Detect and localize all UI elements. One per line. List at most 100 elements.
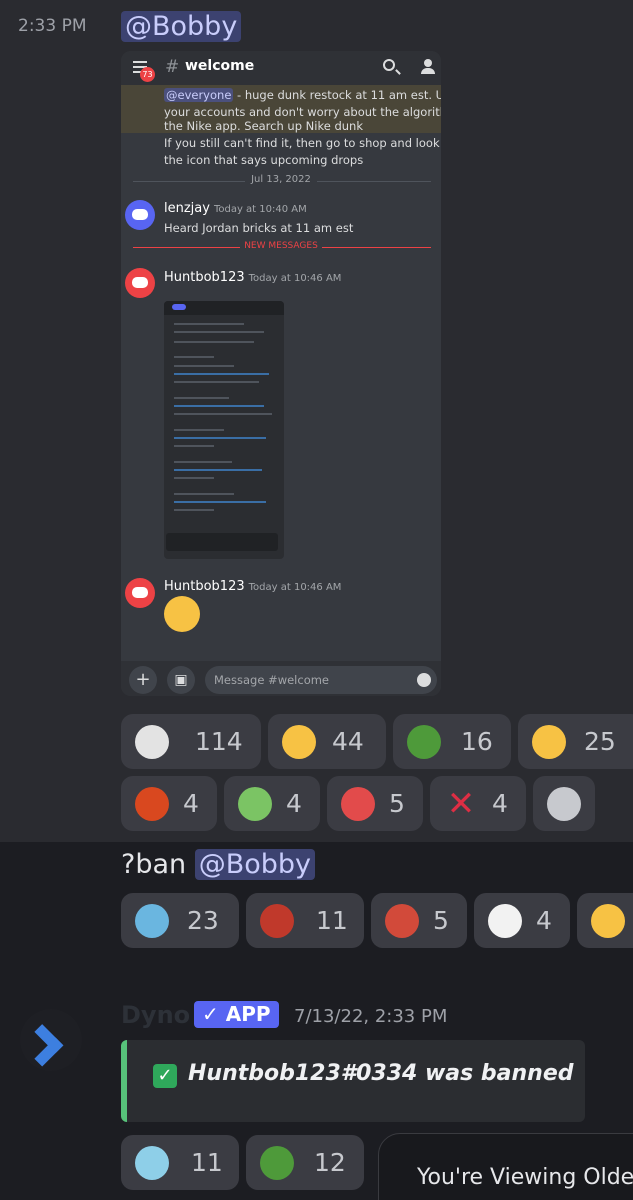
- date-divider-text: Jul 13, 2022: [245, 174, 317, 185]
- reaction-count: 16: [461, 727, 493, 756]
- shot-everyone-mention: @everyone: [164, 88, 234, 102]
- nested-line: [174, 323, 244, 325]
- reaction-button[interactable]: 114: [121, 714, 261, 769]
- reaction-count: 12: [314, 1148, 346, 1177]
- reaction-count: 5: [389, 789, 405, 818]
- reaction-count: 4: [286, 789, 302, 818]
- reaction-button[interactable]: 23: [121, 893, 239, 948]
- add-reaction-button[interactable]: [533, 776, 595, 831]
- plus-icon: +: [129, 666, 157, 694]
- nested-line: [174, 381, 259, 383]
- shot-message: Heard Jordan bricks at 11 am est: [164, 221, 354, 235]
- reaction-button[interactable]: 5: [327, 776, 423, 831]
- author-name: Huntbob123: [164, 579, 245, 594]
- squirtle-icon: [135, 904, 169, 938]
- laughing-icon: [591, 904, 625, 938]
- attached-screenshot[interactable]: @everyone - huge dunk restock at 11 am e…: [121, 51, 441, 696]
- command-text: ?ban: [121, 849, 195, 880]
- nested-link: [174, 405, 264, 407]
- shot-author: lenzjay Today at 10:40 AM: [164, 201, 307, 216]
- reaction-button[interactable]: 25: [518, 714, 633, 769]
- reaction-count: 4: [492, 789, 508, 818]
- reaction-count: 114: [195, 727, 243, 756]
- popcorn-icon: [341, 787, 375, 821]
- reaction-button[interactable]: 4: [224, 776, 320, 831]
- shot-line: @everyone - huge dunk restock at 11 am e…: [164, 87, 441, 104]
- nested-link: [174, 501, 266, 503]
- embed-text: Huntbob123#0334 was banned: [188, 1061, 574, 1086]
- shot-line: the Nike app. Search up Nike dunk: [164, 119, 363, 133]
- reaction-button[interactable]: ✕ 4: [430, 776, 526, 831]
- shot-channel-name: welcome: [185, 58, 255, 74]
- nested-time-pill: [172, 304, 186, 310]
- reaction-button[interactable]: 4: [121, 776, 217, 831]
- reaction-count: 11: [191, 1148, 223, 1177]
- new-messages-divider: NEW MESSAGES: [121, 241, 441, 251]
- shot-line: If you still can't find it, then go to s…: [164, 136, 441, 150]
- user-mention[interactable]: @Bobby: [121, 9, 242, 45]
- pepe-laugh-icon: [407, 725, 441, 759]
- shot-header: 73 # welcome: [121, 51, 441, 85]
- nested-bottom-bar: [166, 533, 278, 551]
- nested-line: [174, 509, 214, 511]
- nested-link: [174, 437, 266, 439]
- squirtle-sad-icon: [135, 1146, 169, 1180]
- reaction-count: 5: [433, 906, 449, 935]
- nested-link: [174, 373, 269, 375]
- reaction-button[interactable]: 4: [474, 893, 570, 948]
- reaction-count: 25: [584, 727, 616, 756]
- message-timestamp: 7/13/22, 2:33 PM: [294, 1006, 448, 1027]
- shot-line-text: - huge dunk restock at 11 am est. Use al…: [237, 88, 441, 102]
- author-time: Today at 10:46 AM: [248, 273, 342, 284]
- nested-link: [174, 469, 262, 471]
- reaction-count: 11: [316, 906, 348, 935]
- ban-command: ?ban @Bobby: [121, 846, 316, 884]
- reaction-button[interactable]: [577, 893, 633, 948]
- discord-avatar-icon: [125, 200, 155, 230]
- message-timestamp: 2:33 PM: [18, 16, 87, 36]
- notification-badge: 73: [140, 67, 155, 82]
- reaction-count: 4: [536, 906, 552, 935]
- viewing-older-messages-text[interactable]: You're Viewing Olde: [417, 1165, 633, 1190]
- reaction-button[interactable]: 11: [121, 1135, 239, 1190]
- members-icon: [421, 59, 435, 75]
- reaction-button[interactable]: 44: [268, 714, 386, 769]
- app-badge-label: APP: [225, 1002, 271, 1026]
- nested-line: [174, 493, 234, 495]
- reaction-count: 23: [187, 906, 219, 935]
- angry-face-icon: [260, 904, 294, 938]
- nested-line: [174, 331, 264, 333]
- mention-chip[interactable]: @Bobby: [194, 849, 316, 880]
- mention-chip[interactable]: @Bobby: [121, 11, 242, 42]
- reaction-button[interactable]: 11: [246, 893, 364, 948]
- shot-input-placeholder: Message #welcome: [214, 673, 330, 687]
- chef-icon: [135, 787, 169, 821]
- nested-line: [174, 356, 214, 358]
- nested-status-bar: [164, 301, 284, 315]
- frog-icon: [238, 787, 272, 821]
- date-divider: Jul 13, 2022: [121, 174, 441, 185]
- nested-line: [174, 413, 272, 415]
- hash-icon: #: [165, 57, 180, 77]
- reaction-count: 44: [332, 727, 364, 756]
- pepe-icon: [260, 1146, 294, 1180]
- reaction-button[interactable]: 12: [246, 1135, 364, 1190]
- shot-line: the icon that says upcoming drops: [164, 153, 364, 167]
- shushing-face-icon: [164, 596, 200, 632]
- reaction-button[interactable]: 5: [371, 893, 467, 948]
- search-icon: [383, 59, 395, 71]
- check-mark-icon: ✓: [153, 1064, 177, 1088]
- nested-line: [174, 477, 214, 479]
- nested-screenshot: [164, 301, 284, 559]
- shot-author: Huntbob123 Today at 10:46 AM: [164, 579, 341, 594]
- reaction-button[interactable]: 16: [393, 714, 511, 769]
- author-name: lenzjay: [164, 201, 210, 216]
- nested-line: [174, 341, 254, 343]
- add-reaction-icon: [547, 787, 581, 821]
- nested-line: [174, 461, 232, 463]
- nested-line: [174, 445, 214, 447]
- author-time: Today at 10:40 AM: [213, 204, 307, 215]
- bot-name[interactable]: Dyno: [121, 1001, 190, 1029]
- new-messages-label: NEW MESSAGES: [240, 241, 322, 251]
- skull-icon: [135, 725, 169, 759]
